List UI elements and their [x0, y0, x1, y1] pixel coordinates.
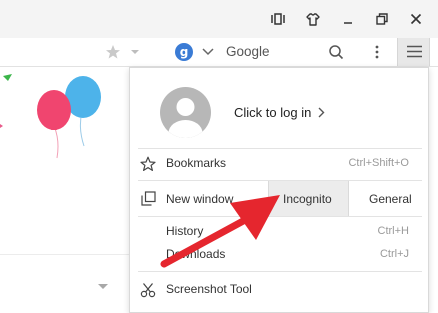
menu-item-screenshot-tool[interactable]: Screenshot Tool	[130, 279, 428, 301]
star-icon[interactable]	[104, 43, 122, 61]
title-bar	[0, 0, 438, 38]
new-window-icon	[139, 189, 157, 207]
address-toolbar: g Google	[0, 38, 438, 67]
search-icon[interactable]	[327, 43, 345, 61]
scissors-icon	[139, 281, 157, 299]
menu-item-bookmarks[interactable]: Bookmarks Ctrl+Shift+O	[130, 153, 428, 175]
downloads-shortcut: Ctrl+J	[379, 248, 409, 260]
menu-item-downloads[interactable]: Downloads Ctrl+J	[130, 244, 428, 266]
restore-icon[interactable]	[372, 9, 392, 29]
skin-icon[interactable]	[303, 9, 323, 29]
chevron-down-icon[interactable]	[97, 283, 109, 291]
menu-divider	[138, 216, 422, 217]
menu-divider	[138, 271, 422, 272]
main-menu-dropdown: Click to log in Bookmarks Ctrl+Shift+O N…	[129, 67, 429, 313]
menu-divider	[138, 148, 422, 149]
menu-item-history[interactable]: History Ctrl+H	[130, 221, 428, 243]
confetti-shape	[3, 74, 12, 81]
search-engine-name[interactable]: Google	[226, 44, 270, 59]
google-engine-icon[interactable]: g	[175, 43, 193, 61]
minimize-icon[interactable]	[338, 9, 358, 29]
close-icon[interactable]	[406, 9, 426, 29]
login-section[interactable]: Click to log in	[130, 68, 428, 148]
screenshot-tool-label: Screenshot Tool	[166, 282, 252, 296]
history-shortcut: Ctrl+H	[377, 225, 409, 237]
more-options-icon[interactable]	[370, 43, 384, 61]
star-outline-icon	[139, 155, 157, 173]
browser-window: g Google Click to log in Bookmarks Ctrl+…	[0, 0, 438, 313]
window-mode-icon[interactable]	[268, 9, 288, 29]
downloads-label: Downloads	[166, 247, 226, 261]
bookmarks-shortcut: Ctrl+Shift+O	[348, 157, 409, 169]
balloons-illustration	[0, 74, 101, 159]
general-window-button[interactable]: General	[349, 181, 428, 216]
engine-dropdown-icon[interactable]	[201, 46, 215, 58]
incognito-label: Incognito	[283, 192, 332, 206]
history-label: History	[166, 224, 204, 238]
incognito-button[interactable]: Incognito	[268, 181, 349, 216]
chevron-down-icon[interactable]	[129, 47, 141, 57]
menu-item-new-window: New window Incognito General	[130, 181, 428, 216]
bookmarks-label: Bookmarks	[166, 156, 227, 170]
login-link[interactable]: Click to log in	[234, 105, 311, 120]
new-window-label[interactable]: New window	[166, 192, 233, 206]
pink-balloon	[37, 90, 71, 130]
page-divider	[0, 254, 130, 255]
chevron-right-icon	[318, 107, 325, 118]
general-label: General	[369, 192, 412, 206]
hamburger-icon	[407, 45, 422, 58]
main-menu-button[interactable]	[397, 38, 430, 66]
avatar[interactable]	[160, 87, 211, 138]
